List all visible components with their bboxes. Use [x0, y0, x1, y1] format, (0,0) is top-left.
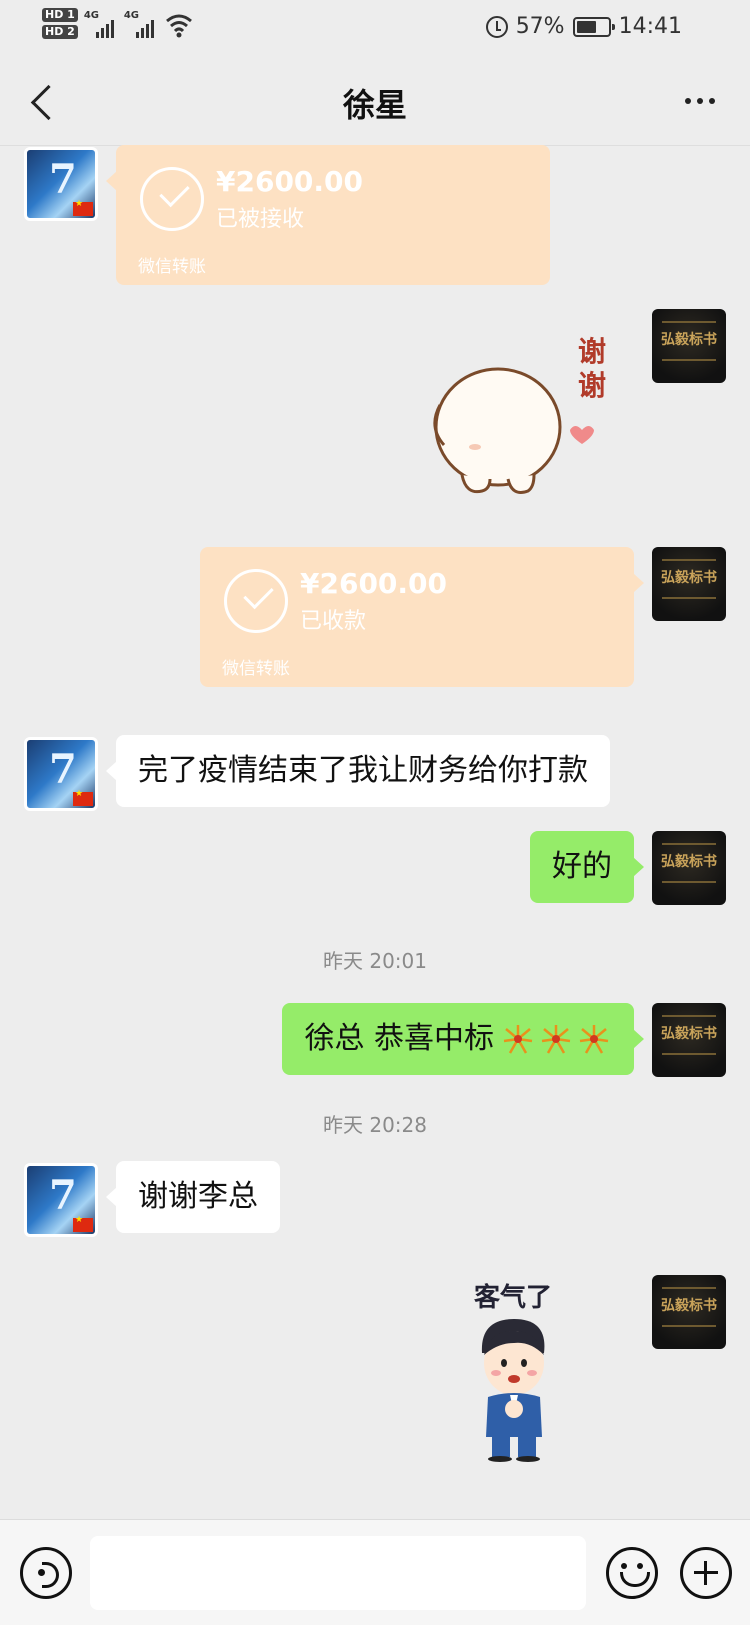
wifi-icon: [165, 14, 192, 38]
transfer-status: 已收款: [300, 609, 367, 634]
clock: 14:41: [618, 14, 682, 39]
avatar[interactable]: 弘毅标书: [652, 1275, 726, 1349]
hd-badge-2: HD 2: [42, 25, 78, 39]
message-list[interactable]: 7 ¥2600.00 已被接收 微信转账 弘毅标书 谢谢 弘毅标书 ¥2600.…: [0, 145, 750, 1519]
input-bar: [0, 1519, 750, 1625]
signal-icon: 4G: [124, 8, 158, 38]
avatar[interactable]: 弘毅标书: [652, 309, 726, 383]
transfer-amount: ¥2600.00: [216, 165, 364, 198]
signal-icon: 4G: [84, 8, 118, 38]
transfer-amount: ¥2600.00: [300, 567, 448, 600]
sticker-thanks[interactable]: 谢谢: [430, 335, 620, 505]
avatar-logo-text: 弘毅标书: [661, 332, 717, 348]
avatar[interactable]: 弘毅标书: [652, 831, 726, 905]
battery-icon: [572, 16, 615, 37]
chat-title: 徐星: [342, 86, 407, 124]
status-bar-right: 57% 14:41: [485, 14, 682, 39]
fireworks-emoji-icon: [503, 1023, 610, 1055]
transfer-status: 已被接收: [216, 207, 305, 232]
timestamp: 昨天 20:28: [323, 1113, 427, 1137]
timestamp: 昨天 20:01: [323, 949, 427, 973]
avatar-logo-text: 弘毅标书: [661, 1026, 717, 1042]
flag-icon: [73, 789, 93, 806]
flag-icon: [73, 1215, 93, 1232]
businessman-sticker-icon: [481, 1319, 545, 1462]
sticker-thanks-text: 谢谢: [578, 335, 607, 402]
avatar-logo-text: 弘毅标书: [661, 854, 717, 870]
avatar-logo-text: 弘毅标书: [661, 570, 717, 586]
transfer-brand: 微信转账: [222, 659, 290, 679]
transfer-card-collected[interactable]: ¥2600.00 已收款 微信转账: [200, 547, 644, 687]
status-bar: HD 1 HD 2 4G 4G 57% 14:41: [0, 0, 750, 56]
more-icon[interactable]: [672, 76, 728, 126]
avatar[interactable]: 7: [24, 147, 98, 221]
status-bar-left: HD 1 HD 2 4G 4G: [42, 8, 194, 40]
hd-badges: HD 1 HD 2: [42, 8, 78, 39]
message-text: 徐总 恭喜中标: [304, 1021, 494, 1056]
flag-icon: [73, 199, 93, 216]
battery-percent: 57%: [515, 14, 565, 39]
sticker-welcome[interactable]: 客气了: [470, 1277, 590, 1467]
transfer-card-received[interactable]: ¥2600.00 已被接收 微信转账: [106, 145, 550, 285]
check-icon: [224, 569, 288, 633]
plus-icon[interactable]: [680, 1547, 732, 1599]
avatar[interactable]: 弘毅标书: [652, 547, 726, 621]
sticker-welcome-text: 客气了: [474, 1283, 553, 1313]
avatar-logo-text: 弘毅标书: [661, 1298, 717, 1314]
message-bubble-friend[interactable]: 完了疫情结束了我让财务给你打款: [106, 735, 610, 807]
voice-icon[interactable]: [20, 1547, 72, 1599]
message-bubble-friend[interactable]: 谢谢李总: [106, 1161, 280, 1233]
alarm-icon: [485, 15, 508, 38]
transfer-brand: 微信转账: [138, 257, 206, 277]
avatar[interactable]: 7: [24, 737, 98, 811]
message-bubble-me[interactable]: 好的: [530, 831, 644, 903]
message-input[interactable]: [90, 1536, 586, 1610]
emoji-icon[interactable]: [606, 1547, 658, 1599]
message-bubble-me[interactable]: 徐总 恭喜中标: [282, 1003, 644, 1075]
avatar[interactable]: 弘毅标书: [652, 1003, 726, 1077]
chat-header: 徐星: [0, 56, 750, 146]
hd-badge-1: HD 1: [42, 8, 78, 22]
avatar[interactable]: 7: [24, 1163, 98, 1237]
check-icon: [140, 167, 204, 231]
